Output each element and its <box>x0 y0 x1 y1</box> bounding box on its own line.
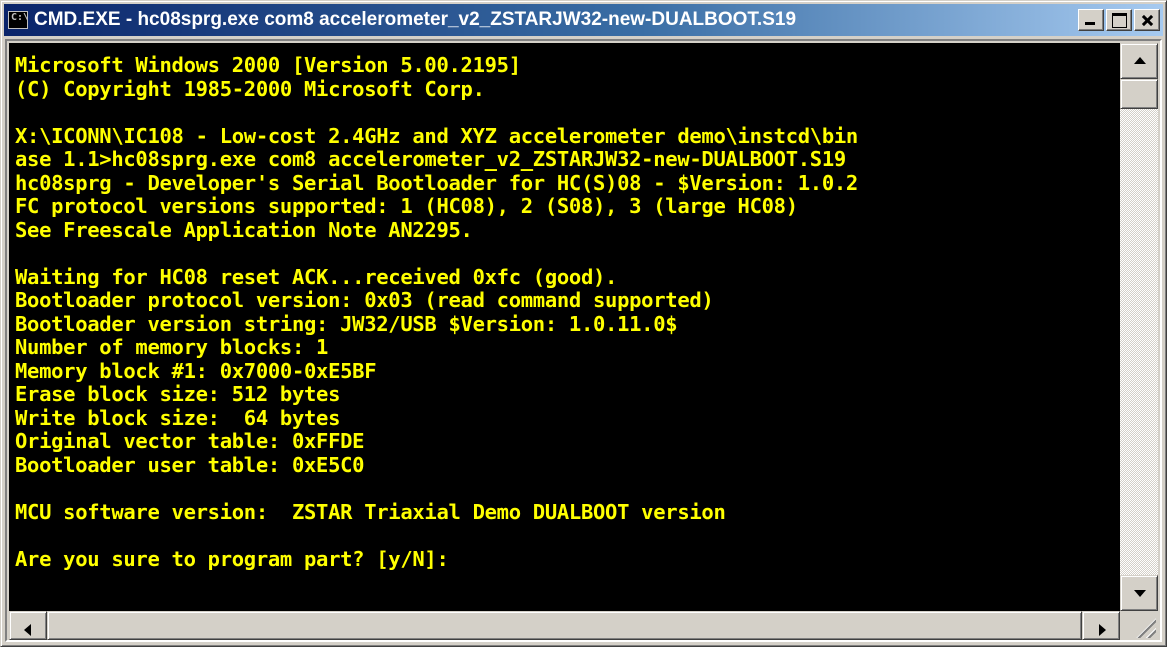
console-lines: Microsoft Windows 2000 [Version 5.00.219… <box>9 43 1120 571</box>
console-line: Original vector table: 0xFFDE <box>15 429 365 453</box>
maximize-button[interactable] <box>1106 9 1132 31</box>
console-line: ase 1.1>hc08sprg.exe com8 accelerometer_… <box>15 147 846 171</box>
console-client-area: Microsoft Windows 2000 [Version 5.00.219… <box>5 39 1162 642</box>
console-line: Are you sure to program part? [y/N]: <box>15 546 449 571</box>
caption-buttons <box>1078 9 1160 31</box>
console-line: X:\ICONN\IC108 - Low-cost 2.4GHz and XYZ… <box>15 123 858 148</box>
console-line: Write block size: 64 bytes <box>15 405 341 430</box>
minimize-button[interactable] <box>1078 9 1104 31</box>
console-line: Waiting for HC08 reset ACK...received 0x… <box>15 264 618 289</box>
console-line: Microsoft Windows 2000 [Version 5.00.219… <box>15 53 521 77</box>
window-title: CMD.EXE - hc08sprg.exe com8 acceleromete… <box>34 9 797 30</box>
console-window: C:\ CMD.EXE - hc08sprg.exe com8 accelero… <box>0 0 1167 647</box>
console-line: Bootloader user table: 0xE5C0 <box>15 452 365 477</box>
left-arrow-icon <box>24 624 31 636</box>
scroll-up-button[interactable] <box>1120 43 1158 79</box>
console-line: Erase block size: 512 bytes <box>15 382 341 406</box>
console-line: hc08sprg - Developer's Serial Bootloader… <box>15 170 858 195</box>
scroll-down-button[interactable] <box>1120 575 1158 611</box>
console-line: Bootloader protocol version: 0x03 (read … <box>15 288 714 312</box>
horizontal-scrollbar[interactable] <box>9 611 1120 640</box>
close-button[interactable] <box>1134 9 1160 31</box>
console-line: Bootloader version string: JW32/USB $Ver… <box>15 311 678 336</box>
title-bar[interactable]: C:\ CMD.EXE - hc08sprg.exe com8 accelero… <box>4 4 1163 36</box>
right-arrow-icon <box>1099 624 1106 636</box>
console-line: FC protocol versions supported: 1 (HC08)… <box>15 194 798 218</box>
horizontal-scroll-thumb[interactable] <box>47 611 1082 640</box>
console-icon[interactable]: C:\ <box>8 11 28 29</box>
console-line: MCU software version: ZSTAR Triaxial Dem… <box>15 499 726 524</box>
up-arrow-icon <box>1134 57 1146 64</box>
console-line: (C) Copyright 1985-2000 Microsoft Corp. <box>15 76 485 101</box>
resize-grip-icon[interactable] <box>1120 611 1158 640</box>
console-line: Number of memory blocks: 1 <box>15 335 329 359</box>
scroll-left-button[interactable] <box>9 611 47 640</box>
down-arrow-icon <box>1134 590 1146 597</box>
vertical-scrollbar[interactable] <box>1120 43 1158 611</box>
console-line: Memory block #1: 0x7000-0xE5BF <box>15 358 377 383</box>
console-line: See Freescale Application Note AN2295. <box>15 217 473 242</box>
vertical-scroll-thumb[interactable] <box>1120 79 1158 109</box>
scroll-right-button[interactable] <box>1082 611 1120 640</box>
console-output[interactable]: Microsoft Windows 2000 [Version 5.00.219… <box>9 43 1120 611</box>
